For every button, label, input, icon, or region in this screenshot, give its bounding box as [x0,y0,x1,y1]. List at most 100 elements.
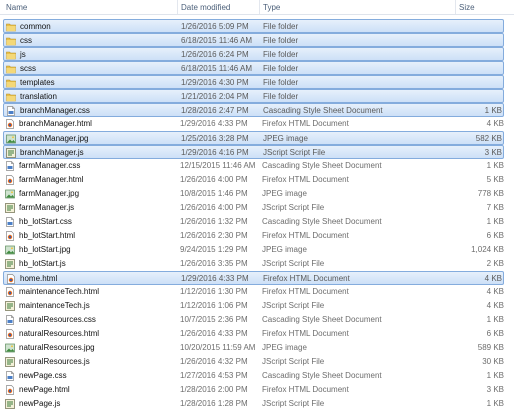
file-type: File folder [263,50,299,59]
file-type: File folder [263,64,299,73]
file-name: newPage.css [19,371,67,380]
file-type: Cascading Style Sheet Document [262,371,382,380]
file-type: JScript Script File [262,357,325,366]
file-row[interactable]: js 1/26/2016 6:24 PM File folder [3,47,504,61]
file-row[interactable]: naturalResources.css 10/7/2015 2:36 PM Cas… [0,313,514,327]
file-row[interactable]: hb_lotStart.js 1/26/2016 3:35 PM JScript S… [0,257,514,271]
file-date-modified: 10/8/2015 1:46 PM [180,189,248,198]
file-name: farmManager.js [19,203,75,212]
file-name: common [20,22,51,31]
html-file-icon [5,287,15,297]
file-size: 1,024 KB [471,245,504,254]
file-row[interactable]: farmManager.css 12/15/2015 11:46 AM Cascad… [0,159,514,173]
file-size: 4 KB [484,274,502,283]
file-size: 6 KB [486,329,504,338]
file-size: 3 KB [484,148,502,157]
column-header-date[interactable]: Date modified [181,3,230,12]
folder-icon [6,22,16,32]
file-row[interactable]: newPage.css 1/27/2016 4:53 PM Cascading St… [0,369,514,383]
file-row[interactable]: scss 6/18/2015 11:46 AM File folder [3,61,504,75]
css-file-icon [6,106,16,116]
file-date-modified: 10/20/2015 11:59 AM [180,343,256,352]
file-name: branchManager.js [20,148,84,157]
file-date-modified: 1/29/2016 4:16 PM [181,148,249,157]
file-row[interactable]: newPage.html 1/28/2016 2:00 PM Firefox HTM… [0,383,514,397]
file-size: 1 KB [486,217,504,226]
file-date-modified: 1/29/2016 4:33 PM [180,119,248,128]
file-row[interactable]: hb_lotStart.html 1/26/2016 2:30 PM Firefox… [0,229,514,243]
column-header-name[interactable]: Name [6,3,27,12]
file-type: File folder [263,78,299,87]
file-row[interactable]: hb_lotStart.css 1/26/2016 1:32 PM Cascadin… [0,215,514,229]
file-size: 1 KB [486,315,504,324]
html-file-icon [5,175,15,185]
file-row[interactable]: farmManager.js 1/26/2016 4:00 PM JScript S… [0,201,514,215]
file-name: newPage.js [19,399,61,408]
file-name: scss [20,64,36,73]
css-file-icon [5,161,15,171]
file-row[interactable]: branchManager.jpg 1/25/2016 3:28 PM JPEG i… [3,131,504,145]
script-file-icon [6,148,16,158]
file-row[interactable]: branchManager.css 1/28/2016 2:47 PM Cascad… [3,103,504,117]
file-date-modified: 1/26/2016 6:24 PM [181,50,249,59]
column-divider[interactable] [177,0,178,14]
file-type: Cascading Style Sheet Document [262,315,382,324]
folder-icon [6,64,16,74]
script-file-icon [5,259,15,269]
file-type: Cascading Style Sheet Document [263,106,383,115]
file-size: 1 KB [486,371,504,380]
file-type: Firefox HTML Document [262,287,349,296]
file-row[interactable]: maintenanceTech.js 1/12/2016 1:06 PM JScri… [0,299,514,313]
script-file-icon [5,357,15,367]
file-row[interactable]: hb_lotStart.jpg 9/24/2015 1:29 PM JPEG ima… [0,243,514,257]
html-file-icon [6,274,16,284]
file-row[interactable]: naturalResources.html 1/26/2016 4:33 PM Fi… [0,327,514,341]
file-date-modified: 1/26/2016 4:00 PM [180,175,248,184]
file-name: branchManager.css [20,106,90,115]
file-date-modified: 1/28/2016 1:28 PM [180,399,248,408]
file-date-modified: 1/26/2016 1:32 PM [180,217,248,226]
file-row[interactable]: translation 1/21/2016 2:04 PM File folder [3,89,504,103]
html-file-icon [5,231,15,241]
file-date-modified: 1/29/2016 4:33 PM [181,274,249,283]
file-date-modified: 1/26/2016 4:00 PM [180,203,248,212]
file-size: 582 KB [475,134,502,143]
file-row[interactable]: home.html 1/29/2016 4:33 PM Firefox HTML D… [3,271,504,285]
file-size: 30 KB [482,357,504,366]
file-row[interactable]: branchManager.html 1/29/2016 4:33 PM Firef… [0,117,514,131]
file-type: JScript Script File [262,259,325,268]
file-row[interactable]: common 1/26/2016 5:09 PM File folder [3,19,504,33]
file-name: home.html [20,274,58,283]
file-size: 3 KB [486,385,504,394]
column-header-size[interactable]: Size [459,3,475,12]
file-date-modified: 1/12/2016 1:06 PM [180,301,248,310]
file-row[interactable]: farmManager.jpg 10/8/2015 1:46 PM JPEG ima… [0,187,514,201]
image-file-icon [5,245,15,255]
file-name: farmManager.jpg [19,189,80,198]
folder-icon [6,92,16,102]
column-divider[interactable] [259,0,260,14]
file-date-modified: 1/25/2016 3:28 PM [181,134,249,143]
file-name: farmManager.css [19,161,81,170]
file-row[interactable]: naturalResources.jpg 10/20/2015 11:59 AM J… [0,341,514,355]
file-type: Firefox HTML Document [262,231,349,240]
file-date-modified: 1/26/2016 2:30 PM [180,231,248,240]
file-row[interactable]: templates 1/29/2016 4:30 PM File folder [3,75,504,89]
file-name: farmManager.html [19,175,84,184]
file-row[interactable]: css 6/18/2015 11:46 AM File folder [3,33,504,47]
css-file-icon [5,315,15,325]
file-date-modified: 1/26/2016 4:33 PM [180,329,248,338]
file-type: JScript Script File [263,148,326,157]
html-file-icon [5,119,15,129]
file-type: Firefox HTML Document [262,119,349,128]
file-row[interactable]: farmManager.html 1/26/2016 4:00 PM Firefox… [0,173,514,187]
file-row[interactable]: naturalResources.js 1/26/2016 4:32 PM JScr… [0,355,514,369]
column-divider[interactable] [455,0,456,14]
file-row[interactable]: maintenanceTech.html 1/12/2016 1:30 PM Fir… [0,285,514,299]
file-date-modified: 1/28/2016 2:00 PM [180,385,248,394]
file-row[interactable]: branchManager.js 1/29/2016 4:16 PM JScript… [3,145,504,159]
column-header-type[interactable]: Type [263,3,280,12]
file-size: 4 KB [486,287,504,296]
file-type: File folder [263,92,299,101]
file-row[interactable]: newPage.js 1/28/2016 1:28 PM JScript Scrip… [0,397,514,411]
